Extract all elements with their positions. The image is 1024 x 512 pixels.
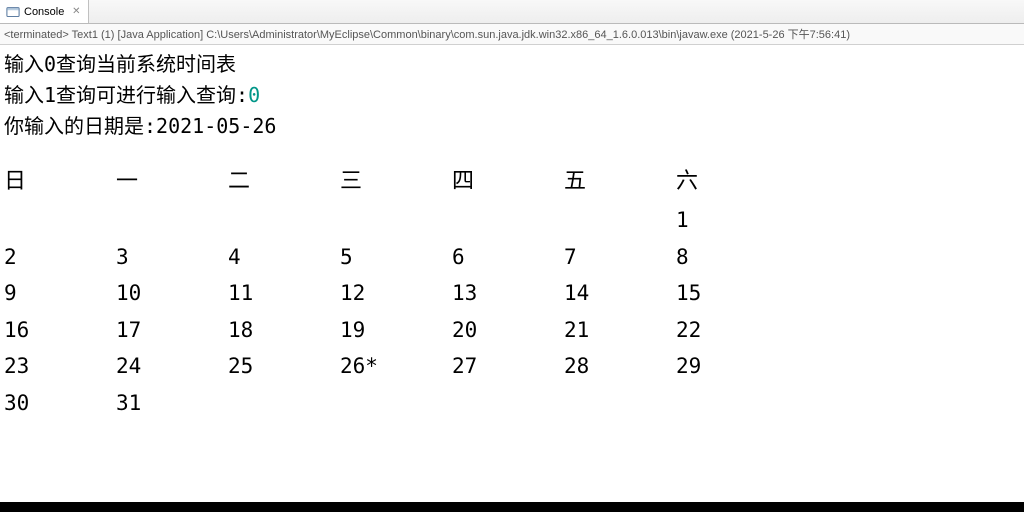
cal-row-5: 23 24 25 26* 27 28 29	[4, 348, 1020, 385]
cal-cell	[676, 385, 788, 422]
cal-cell: 25	[228, 348, 340, 385]
cal-cell: 13	[452, 275, 564, 312]
cal-cell: 19	[340, 312, 452, 349]
cal-cell: 9	[4, 275, 116, 312]
tab-bar: Console ✕	[0, 0, 1024, 24]
cal-cell: 2	[4, 239, 116, 276]
cal-row-6: 30 31	[4, 385, 1020, 422]
cal-cell	[564, 202, 676, 239]
cal-cell	[340, 385, 452, 422]
cal-cell: 7	[564, 239, 676, 276]
cal-cell: 12	[340, 275, 452, 312]
cal-header-sat: 六	[676, 162, 788, 200]
calendar-header-row: 日 一 二 三 四 五 六	[4, 162, 1020, 200]
cal-header-tue: 二	[228, 162, 340, 200]
cal-cell	[340, 202, 452, 239]
cal-row-1: 1	[4, 202, 1020, 239]
cal-row-3: 9 10 11 12 13 14 15	[4, 275, 1020, 312]
cal-cell	[564, 385, 676, 422]
cal-header-sun: 日	[4, 162, 116, 200]
cal-cell: 15	[676, 275, 788, 312]
cal-cell: 22	[676, 312, 788, 349]
cal-cell: 11	[228, 275, 340, 312]
cal-cell: 18	[228, 312, 340, 349]
console-tab[interactable]: Console ✕	[0, 0, 89, 23]
cal-cell	[228, 385, 340, 422]
cal-cell: 20	[452, 312, 564, 349]
cal-cell: 21	[564, 312, 676, 349]
cal-header-thu: 四	[452, 162, 564, 200]
cal-cell: 5	[340, 239, 452, 276]
cal-cell: 8	[676, 239, 788, 276]
cal-cell: 3	[116, 239, 228, 276]
cal-cell: 4	[228, 239, 340, 276]
cal-header-wed: 三	[340, 162, 452, 200]
cal-cell: 30	[4, 385, 116, 422]
console-icon	[6, 5, 20, 19]
cal-cell	[452, 385, 564, 422]
cal-cell: 29	[676, 348, 788, 385]
cal-cell: 10	[116, 275, 228, 312]
cal-cell: 17	[116, 312, 228, 349]
console-output: 输入0查询当前系统时间表 输入1查询可进行输入查询:0 你输入的日期是:2021…	[0, 45, 1024, 425]
cal-cell: 6	[452, 239, 564, 276]
close-icon[interactable]: ✕	[70, 6, 82, 18]
output-line-1: 输入0查询当前系统时间表	[4, 49, 1020, 80]
cal-cell	[4, 202, 116, 239]
calendar-table: 日 一 二 三 四 五 六 1 2 3 4 5 6 7 8 9	[4, 162, 1020, 421]
cal-cell: 1	[676, 202, 788, 239]
cal-cell	[452, 202, 564, 239]
cal-cell: 26*	[340, 348, 452, 385]
cal-cell: 14	[564, 275, 676, 312]
user-input-0: 0	[248, 83, 260, 107]
letterbox-bottom	[0, 502, 1024, 512]
cal-cell	[116, 202, 228, 239]
cal-cell: 24	[116, 348, 228, 385]
tab-title: Console	[24, 6, 64, 18]
cal-cell: 23	[4, 348, 116, 385]
output-line-2: 输入1查询可进行输入查询:0	[4, 80, 1020, 111]
cal-header-mon: 一	[116, 162, 228, 200]
cal-cell: 16	[4, 312, 116, 349]
cal-cell	[228, 202, 340, 239]
cal-row-4: 16 17 18 19 20 21 22	[4, 312, 1020, 349]
cal-cell: 27	[452, 348, 564, 385]
cal-row-2: 2 3 4 5 6 7 8	[4, 239, 1020, 276]
cal-cell: 31	[116, 385, 228, 422]
cal-header-fri: 五	[564, 162, 676, 200]
output-line-3: 你输入的日期是:2021-05-26	[4, 111, 1020, 142]
cal-cell: 28	[564, 348, 676, 385]
status-line: <terminated> Text1 (1) [Java Application…	[0, 24, 1024, 45]
